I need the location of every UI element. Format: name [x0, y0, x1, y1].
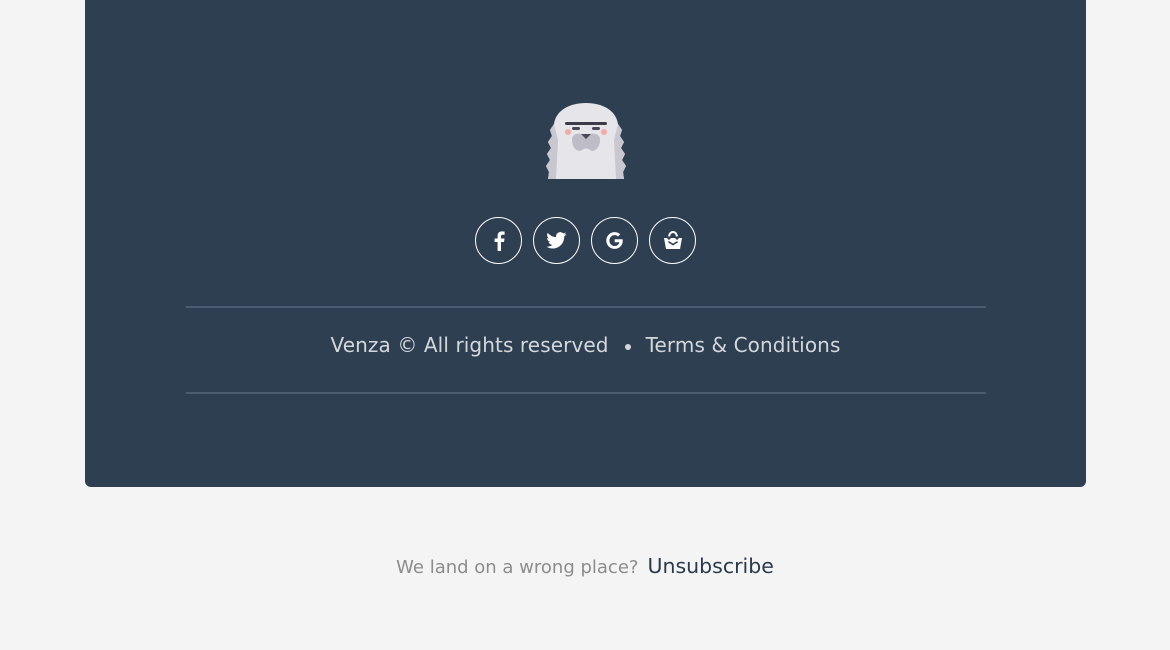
facebook-icon [493, 230, 505, 251]
yeti-mascot-icon [544, 100, 628, 180]
twitter-icon [546, 232, 567, 249]
copyright-text: Venza © All rights reserved [330, 333, 609, 357]
shop-button[interactable] [649, 217, 696, 264]
separator-dot [624, 344, 631, 350]
shopping-basket-icon [663, 231, 683, 250]
twitter-button[interactable] [533, 217, 580, 264]
google-button[interactable] [591, 217, 638, 264]
google-icon [604, 230, 625, 251]
social-links [85, 217, 1086, 264]
terms-link[interactable]: Terms & Conditions [646, 333, 841, 357]
unsubscribe-link[interactable]: Unsubscribe [647, 554, 773, 578]
unsubscribe-row: We land on a wrong place? Unsubscribe [0, 554, 1170, 578]
legal-row: Venza © All rights reserved Terms & Cond… [85, 333, 1086, 357]
footer-card: Venza © All rights reserved Terms & Cond… [85, 0, 1086, 487]
unsubscribe-question: We land on a wrong place? [396, 557, 639, 578]
facebook-button[interactable] [475, 217, 522, 264]
divider-top [186, 306, 986, 308]
divider-bottom [186, 392, 986, 394]
